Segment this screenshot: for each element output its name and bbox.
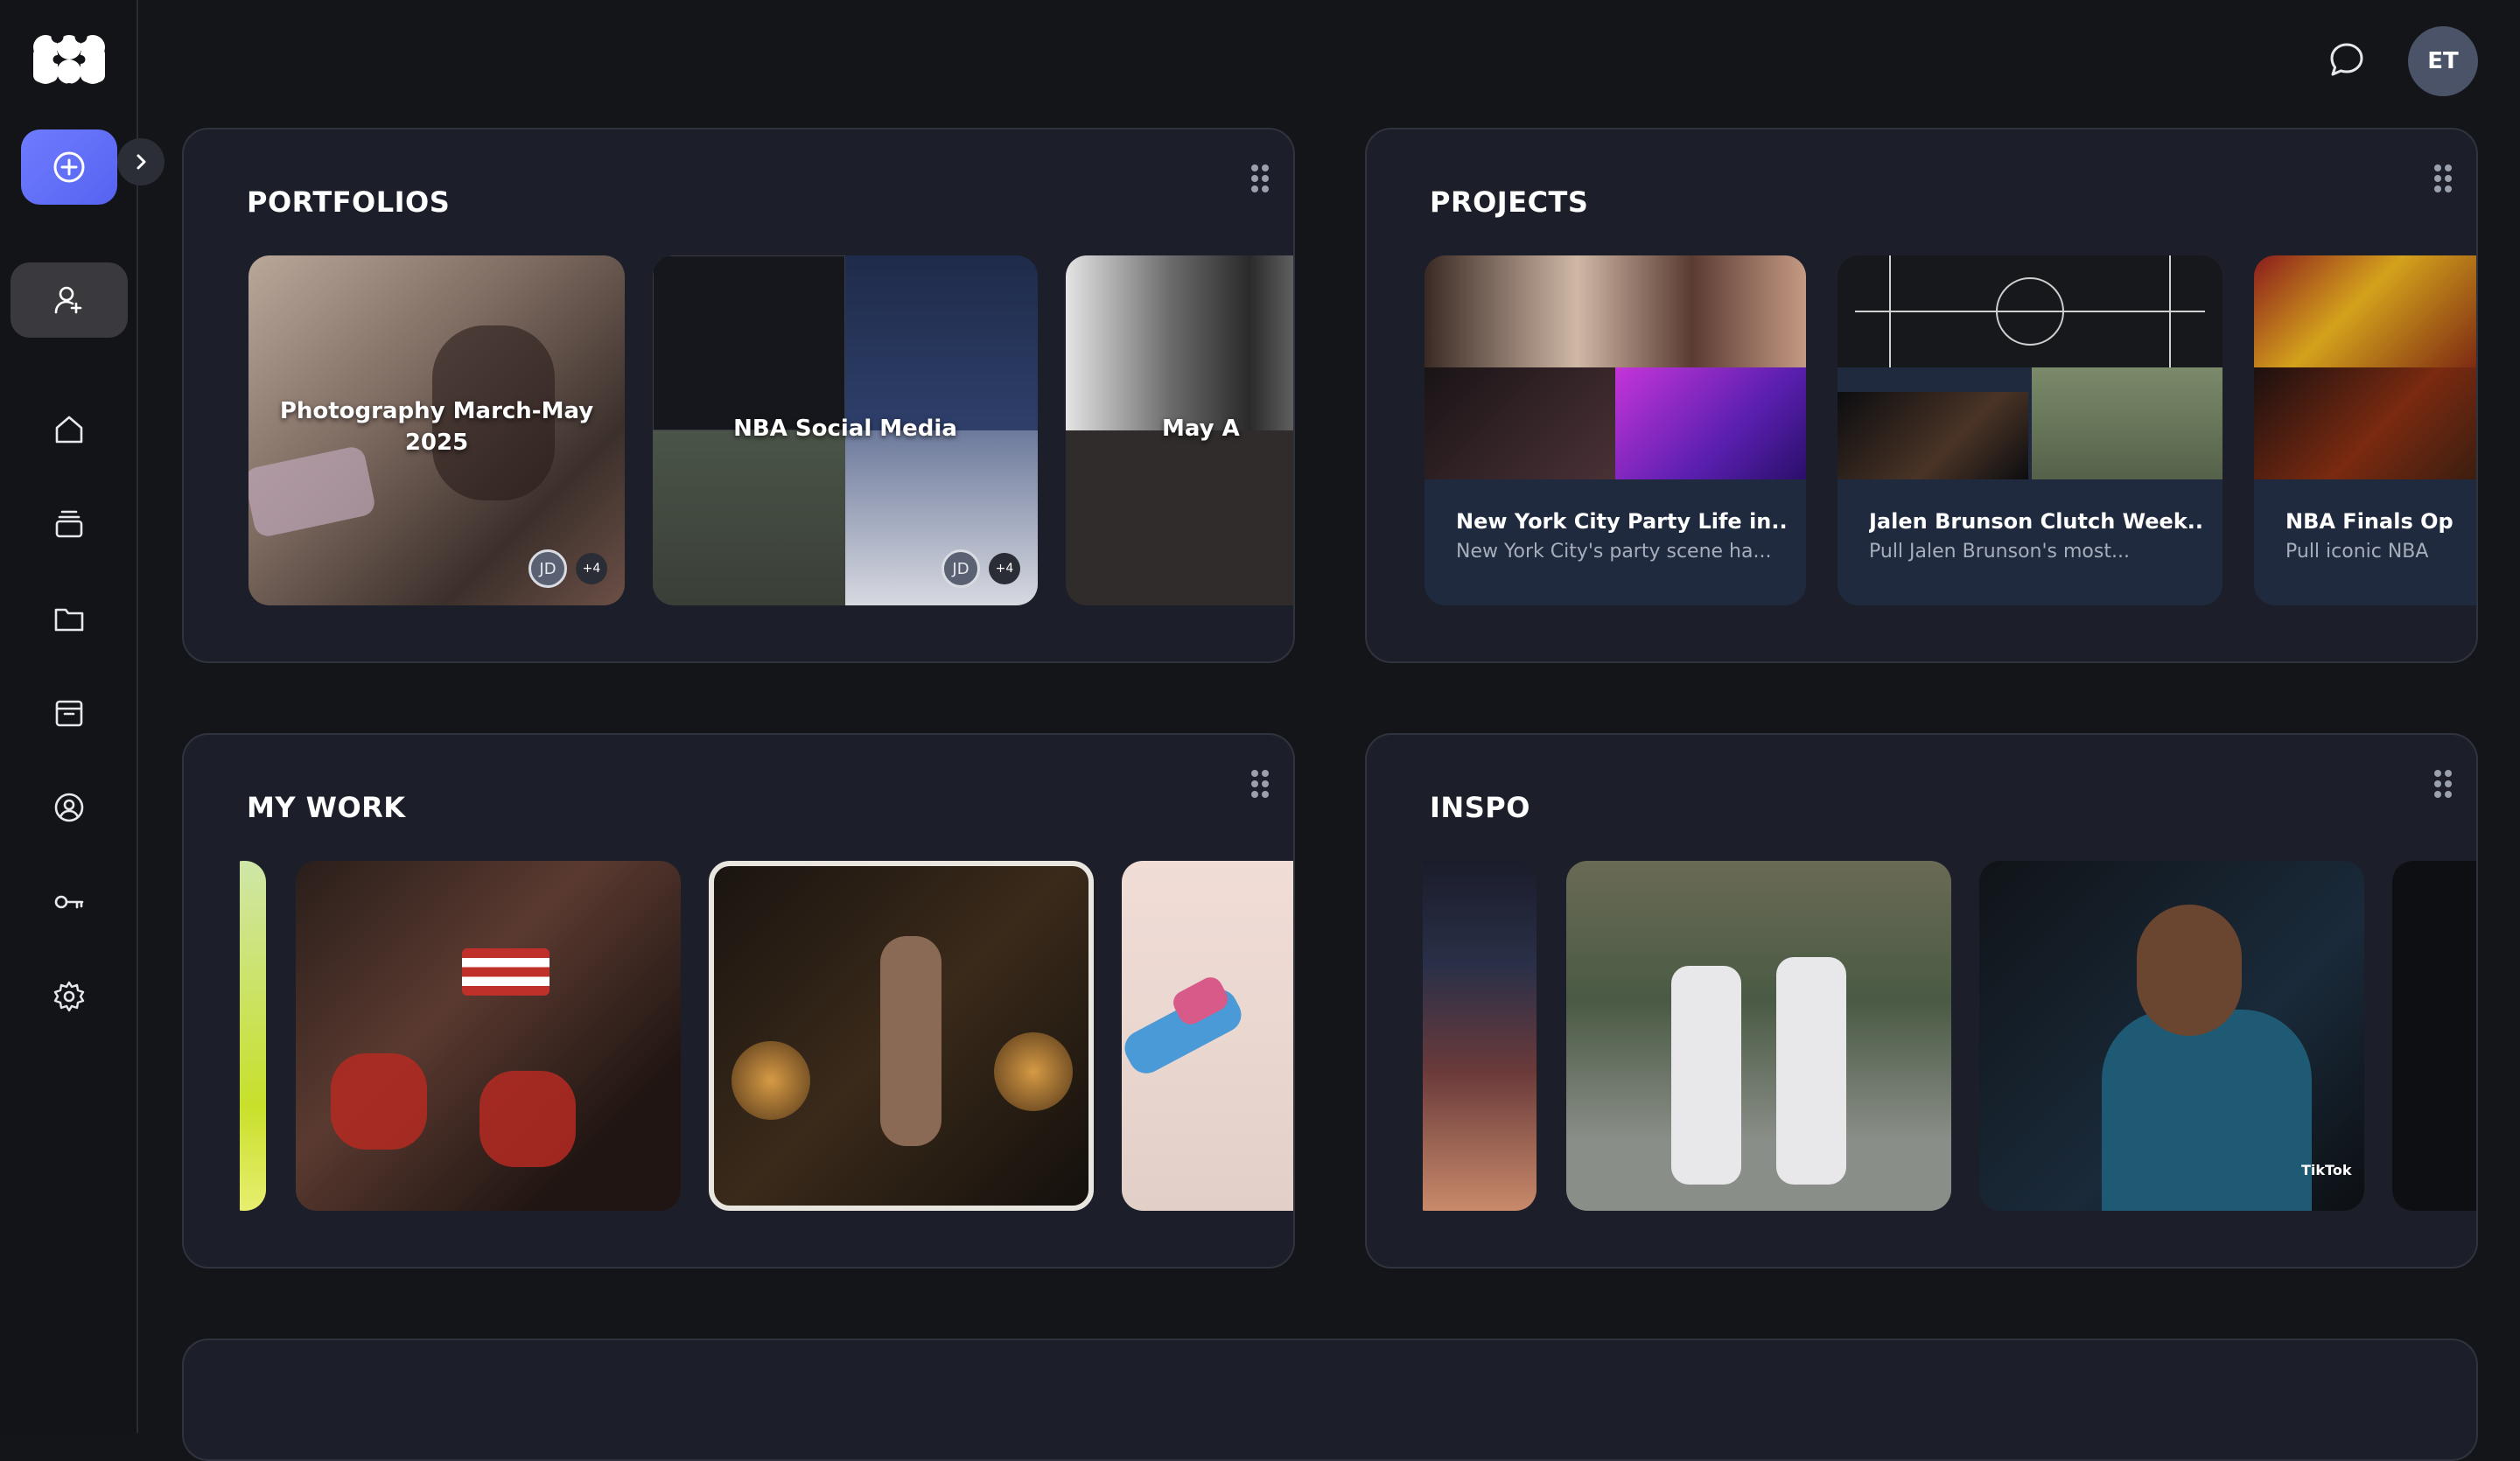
drag-handle-icon[interactable] bbox=[1250, 163, 1270, 194]
portfolio-card-title: May A bbox=[1162, 416, 1240, 442]
project-card[interactable]: Jalen Brunson Clutch Week... Pull Jalen … bbox=[1838, 255, 2222, 605]
bottom-panel bbox=[182, 1339, 2478, 1461]
panel-title: PORTFOLIOS bbox=[247, 185, 451, 219]
app-logo[interactable] bbox=[32, 31, 107, 94]
nav-creators[interactable] bbox=[10, 262, 128, 338]
portfolios-panel: PORTFOLIOS Photography March-May 2025 JD… bbox=[182, 128, 1295, 663]
project-description: New York City's party scene ha... bbox=[1456, 541, 1772, 563]
nav-stacks[interactable] bbox=[10, 486, 128, 562]
more-members-badge: +4 bbox=[989, 553, 1020, 584]
project-carousel: New York City Party Life in... New York … bbox=[1423, 255, 2476, 605]
projects-panel: PROJECTS New York City Party Life in... … bbox=[1365, 128, 2478, 663]
nav-home[interactable] bbox=[10, 392, 128, 467]
portfolio-card[interactable]: May A bbox=[1066, 255, 1293, 605]
create-button[interactable] bbox=[21, 129, 117, 205]
drag-handle-icon[interactable] bbox=[1250, 768, 1270, 800]
project-title: NBA Finals Op bbox=[2286, 509, 2454, 534]
inspo-item[interactable]: TikTok bbox=[1979, 861, 2364, 1211]
key-icon bbox=[54, 895, 84, 909]
nav-folders[interactable] bbox=[10, 581, 128, 656]
archive-icon bbox=[55, 700, 83, 727]
project-description: Pull Jalen Brunson's most... bbox=[1869, 541, 2130, 563]
expand-sidebar-button[interactable] bbox=[117, 138, 164, 185]
plus-circle-icon bbox=[53, 151, 85, 183]
sidebar bbox=[0, 0, 164, 1433]
portfolio-card-title: NBA Social Media bbox=[733, 416, 957, 442]
member-avatars: JD +4 bbox=[942, 549, 1020, 588]
user-circle-icon bbox=[54, 793, 84, 822]
panel-title: MY WORK bbox=[247, 791, 406, 824]
panel-title: PROJECTS bbox=[1430, 185, 1589, 219]
work-carousel bbox=[240, 861, 1293, 1211]
drag-handle-icon[interactable] bbox=[2432, 768, 2454, 800]
project-description: Pull iconic NBA bbox=[2286, 541, 2429, 563]
project-card[interactable]: New York City Party Life in... New York … bbox=[1424, 255, 1806, 605]
portfolio-card[interactable]: Photography March-May 2025 JD +4 bbox=[248, 255, 625, 605]
project-title: New York City Party Life in... bbox=[1456, 509, 1788, 534]
stack-icon bbox=[55, 510, 83, 538]
folder-icon bbox=[54, 608, 84, 632]
panel-title: INSPO bbox=[1430, 791, 1530, 824]
project-thumbnail bbox=[2254, 255, 2476, 479]
work-item[interactable] bbox=[296, 861, 681, 1211]
nav-settings[interactable] bbox=[10, 959, 128, 1034]
inspo-panel: INSPO TikTok bbox=[1365, 733, 2478, 1269]
my-work-panel: MY WORK bbox=[182, 733, 1295, 1269]
user-avatar[interactable]: ET bbox=[2408, 26, 2478, 96]
work-item[interactable] bbox=[709, 861, 1094, 1211]
project-thumbnail bbox=[1424, 255, 1806, 479]
member-avatar: JD bbox=[528, 549, 567, 588]
tiktok-watermark: TikTok bbox=[2301, 1162, 2352, 1178]
more-members-badge: +4 bbox=[576, 553, 607, 584]
portfolio-card-title: Photography March-May 2025 bbox=[279, 398, 594, 456]
project-card[interactable]: NBA Finals Op Pull iconic NBA bbox=[2254, 255, 2476, 605]
portfolio-carousel: Photography March-May 2025 JD +4 NBA Soc… bbox=[240, 255, 1293, 605]
nav-archive[interactable] bbox=[10, 675, 128, 751]
court-diagram-icon bbox=[1855, 255, 2205, 367]
home-icon bbox=[55, 416, 83, 444]
member-avatar: JD bbox=[942, 549, 980, 588]
project-title: Jalen Brunson Clutch Week... bbox=[1869, 509, 2205, 534]
inspo-item[interactable] bbox=[1566, 861, 1951, 1211]
inspo-carousel: TikTok bbox=[1423, 861, 2476, 1211]
nav-profile[interactable] bbox=[10, 770, 128, 845]
gear-icon bbox=[53, 981, 85, 1012]
inspo-item[interactable] bbox=[1423, 861, 1536, 1211]
work-item[interactable] bbox=[1122, 861, 1293, 1211]
work-item[interactable] bbox=[240, 861, 266, 1211]
chevron-right-icon bbox=[136, 154, 146, 170]
user-plus-icon bbox=[54, 286, 82, 314]
chat-icon[interactable] bbox=[2328, 40, 2366, 79]
nav-keys[interactable] bbox=[10, 864, 128, 940]
portfolio-card[interactable]: NBA Social Media JD +4 bbox=[653, 255, 1038, 605]
project-thumbnail bbox=[1838, 255, 2222, 479]
inspo-item[interactable] bbox=[2392, 861, 2476, 1211]
drag-handle-icon[interactable] bbox=[2432, 163, 2454, 194]
member-avatars: JD +4 bbox=[528, 549, 607, 588]
